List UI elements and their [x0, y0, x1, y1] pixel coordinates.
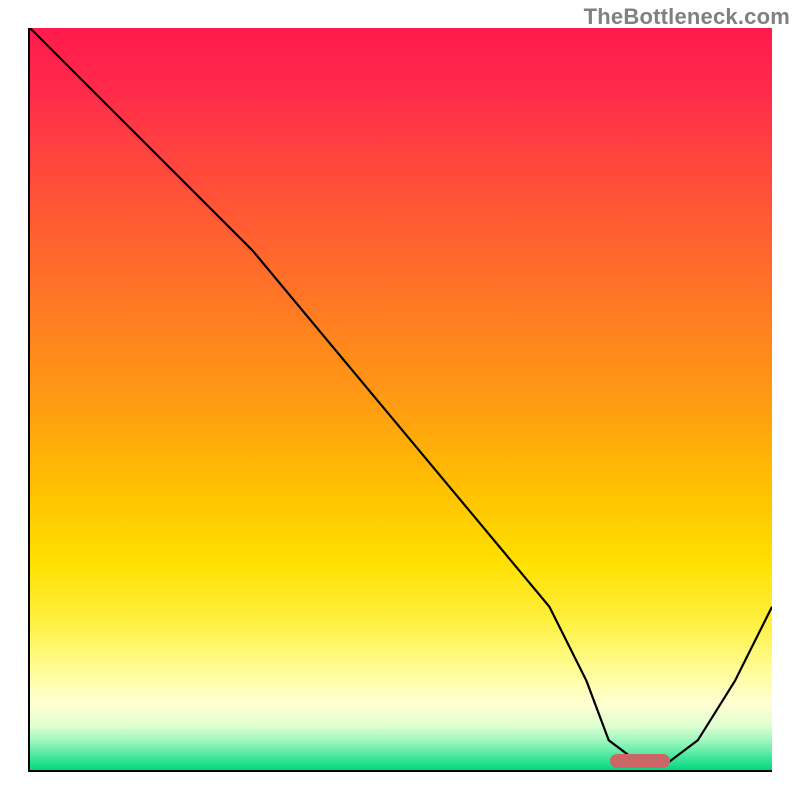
curve-svg: [30, 28, 772, 770]
watermark-text: TheBottleneck.com: [584, 4, 790, 30]
bottleneck-curve: [30, 28, 772, 763]
optimal-marker: [610, 754, 670, 768]
plot-area: [28, 28, 772, 772]
chart-container: TheBottleneck.com: [0, 0, 800, 800]
